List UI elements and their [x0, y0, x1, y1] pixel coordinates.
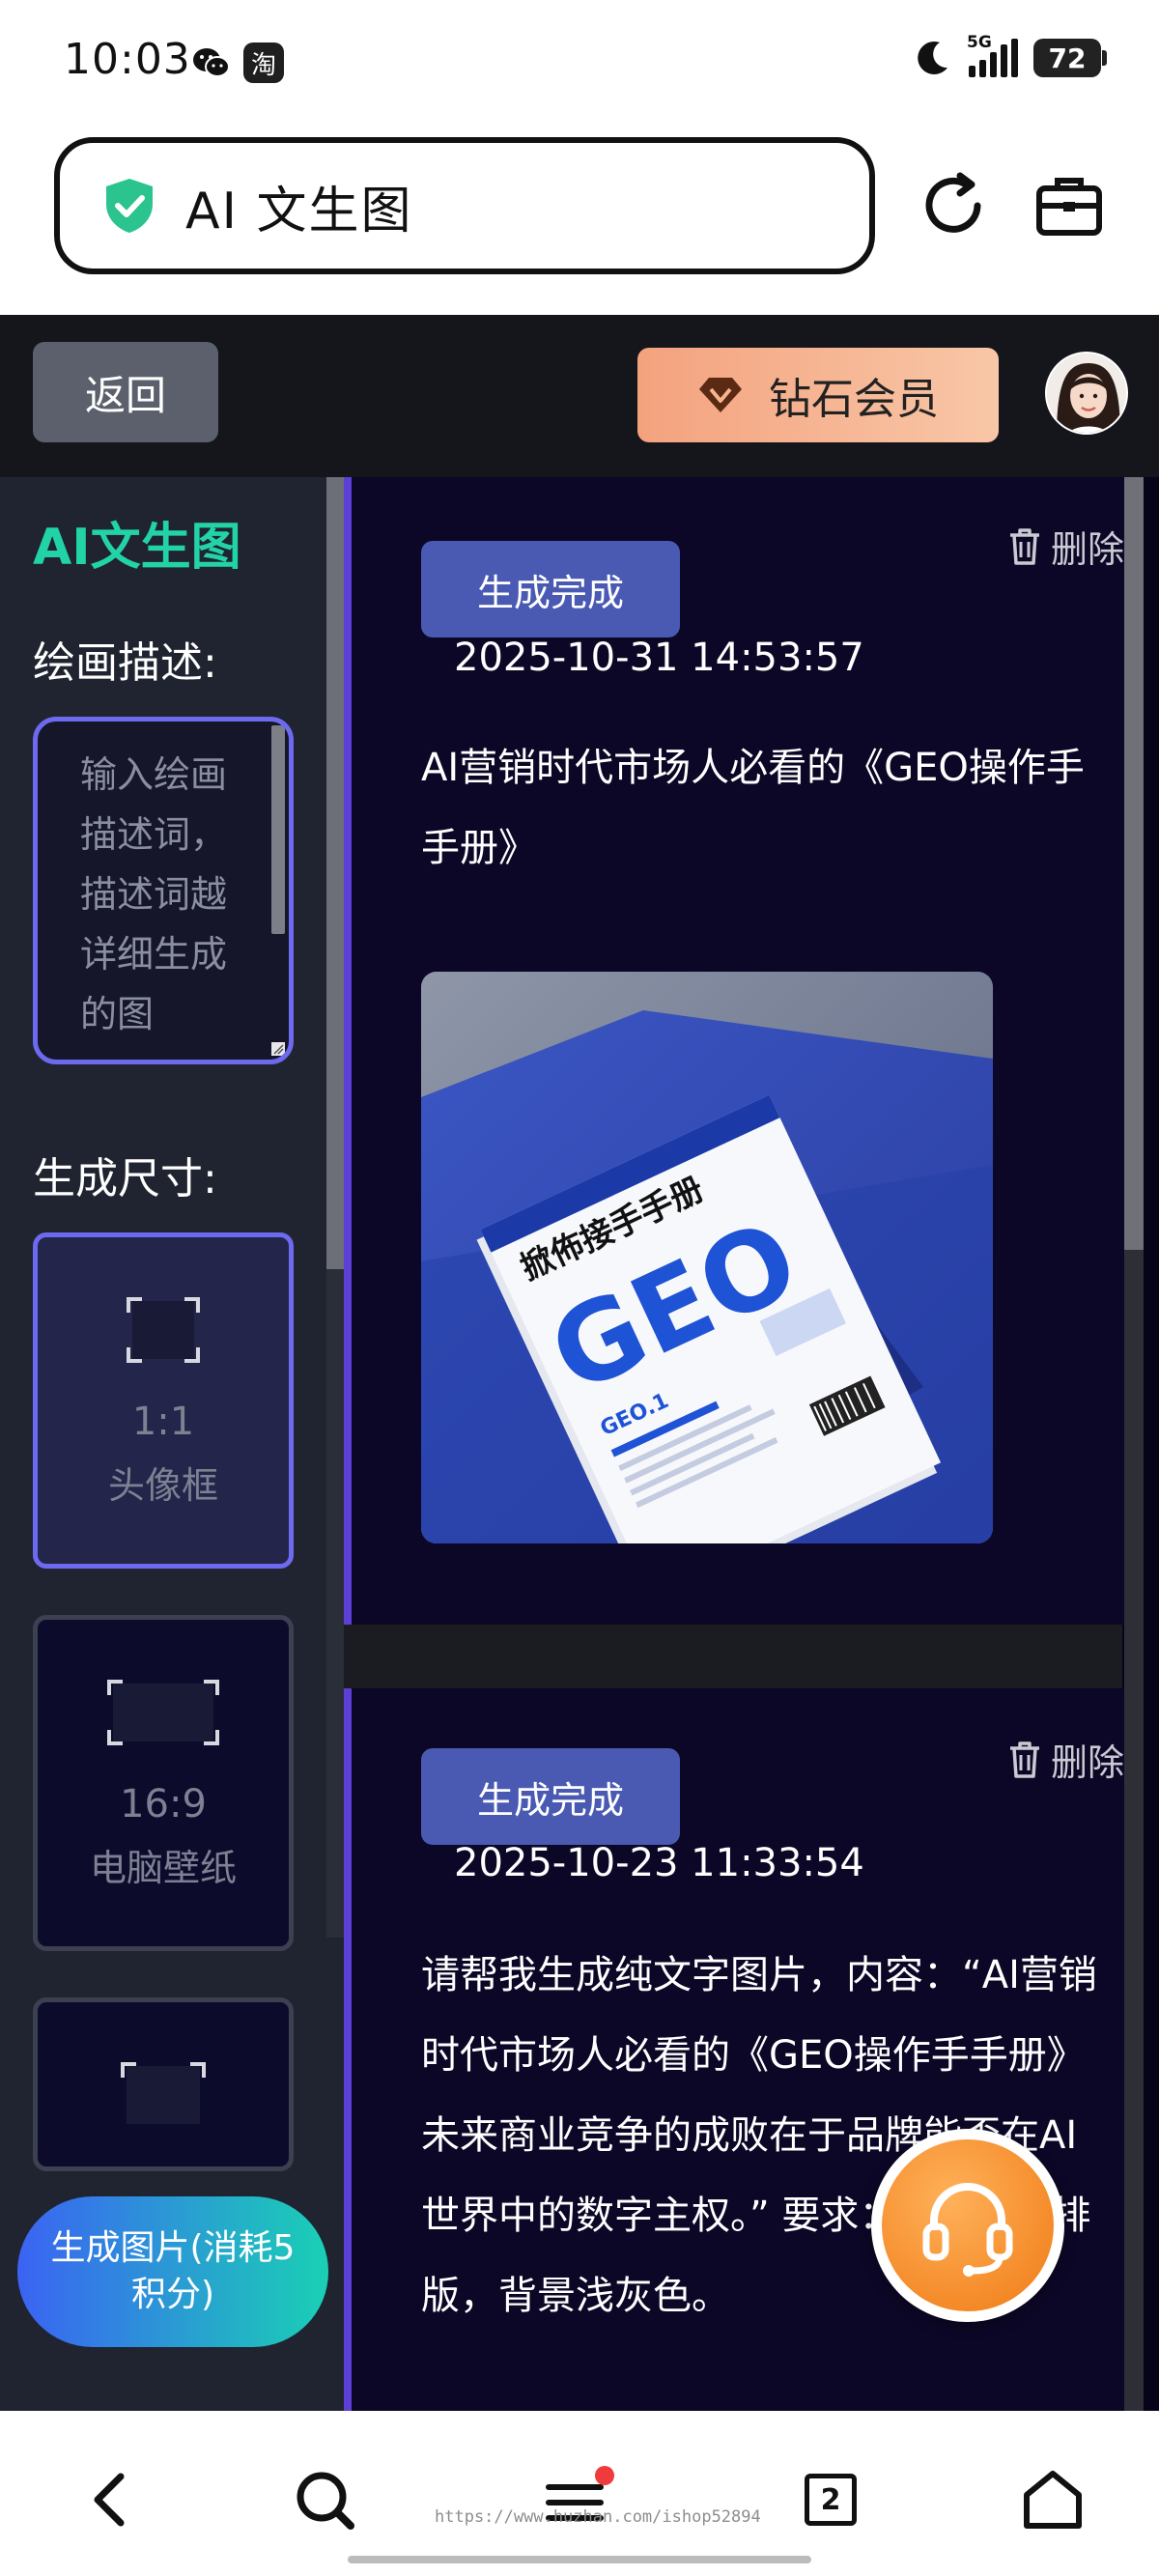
- timestamp: 2025-10-31 14:53:57: [454, 636, 864, 680]
- shield-check-icon: [106, 179, 153, 233]
- app-view: 返回 钻石会员 AI文生图 绘画描述: 输入绘画描述词，描述词越详细生成的图 生…: [0, 315, 1159, 2411]
- headset-icon: [922, 2183, 1013, 2277]
- separator: [344, 1625, 1122, 1688]
- prompt-placeholder: 输入绘画描述词，描述词越详细生成的图: [80, 753, 228, 1035]
- status-badge: 生成完成: [421, 541, 680, 637]
- size-option-1-1[interactable]: 1:1 头像框: [33, 1232, 294, 1569]
- delete-button[interactable]: 删除: [1008, 1733, 1124, 1786]
- square-frame-icon: [127, 1297, 200, 1363]
- sidebar: AI文生图 绘画描述: 输入绘画描述词，描述词越详细生成的图 生成尺寸: 1:1…: [0, 477, 344, 2411]
- generate-button[interactable]: 生成图片(消耗5积分): [17, 2196, 328, 2347]
- browser-bottom-nav: 2 https://www.huzhan.com/ishop52894: [0, 2411, 1159, 2576]
- vip-label: 钻石会员: [769, 375, 939, 424]
- status-badge: 生成完成: [421, 1748, 680, 1845]
- book-cover-image: 掀佈接手手册 GEO GEO.1: [421, 972, 993, 1543]
- size-option-16-9[interactable]: 16:9 电脑壁纸: [33, 1615, 294, 1951]
- size-label: 生成尺寸:: [33, 1154, 217, 1203]
- size-ratio: 16:9: [120, 1782, 207, 1826]
- history-list: 删除 生成完成 2025-10-31 14:53:57 AI营销时代市场人必看的…: [344, 477, 1159, 2411]
- url-field[interactable]: AI 文生图: [54, 137, 875, 274]
- browser-address-bar: AI 文生图: [0, 126, 1159, 315]
- nav-back-button[interactable]: [71, 2461, 149, 2538]
- content-scrollbar[interactable]: [1124, 477, 1144, 2411]
- portrait-frame-icon: [121, 2062, 206, 2124]
- delete-label: 删除: [1050, 528, 1124, 571]
- timestamp: 2025-10-23 11:33:54: [454, 1841, 864, 1885]
- status-right: 5G 72: [911, 33, 1107, 79]
- status-time: 10:03: [64, 35, 191, 84]
- wechat-icon: [191, 42, 232, 83]
- nav-search-button[interactable]: [286, 2461, 363, 2538]
- size-option-3[interactable]: [33, 1997, 294, 2171]
- app-header: 返回 钻石会员: [0, 315, 1159, 477]
- accent-divider: [344, 477, 352, 2411]
- size-ratio: 1:1: [131, 1400, 195, 1444]
- resize-handle-icon[interactable]: [271, 1042, 285, 1056]
- signal-icon: 5G: [967, 33, 1018, 77]
- home-icon: [1024, 2471, 1082, 2529]
- avatar[interactable]: [1045, 352, 1128, 435]
- reload-button[interactable]: [912, 164, 995, 247]
- home-indicator[interactable]: [348, 2556, 811, 2563]
- generated-image[interactable]: 掀佈接手手册 GEO GEO.1: [421, 972, 993, 1543]
- diamond-icon: [699, 378, 742, 412]
- brand-title: AI文生图: [33, 519, 241, 577]
- sidebar-scrollbar[interactable]: [326, 477, 344, 1938]
- trash-icon: [1009, 1741, 1039, 1778]
- vip-button[interactable]: 钻石会员: [637, 348, 999, 442]
- nav-tabs-button[interactable]: 2: [792, 2461, 869, 2538]
- chevron-left-icon: [94, 2473, 125, 2527]
- delete-button[interactable]: 删除: [1008, 520, 1124, 573]
- tab-count: 2: [805, 2474, 857, 2526]
- size-name: 头像框: [107, 1464, 218, 1507]
- network-label: 5G: [967, 33, 992, 52]
- history-item: 删除 生成完成 2025-10-31 14:53:57 AI营销时代市场人必看的…: [352, 477, 1124, 1625]
- customer-service-button[interactable]: [871, 2129, 1064, 2322]
- status-bar: 10:03 淘 5G 72: [0, 0, 1159, 126]
- nav-menu-button[interactable]: [541, 2461, 618, 2538]
- prompt-scrollbar[interactable]: [271, 725, 285, 934]
- url-title: AI 文生图: [185, 182, 413, 241]
- describe-label: 绘画描述:: [33, 638, 217, 688]
- prompt-input[interactable]: 输入绘画描述词，描述词越详细生成的图: [33, 717, 294, 1064]
- wide-frame-icon: [107, 1680, 219, 1745]
- delete-label: 删除: [1050, 1741, 1124, 1784]
- reload-icon: [925, 172, 981, 233]
- size-name: 电脑壁纸: [89, 1847, 237, 1889]
- toolbox-button[interactable]: [1028, 164, 1111, 247]
- taobao-icon: 淘: [243, 42, 284, 83]
- moon-icon: [918, 41, 947, 74]
- trash-icon: [1009, 527, 1039, 565]
- back-button[interactable]: 返回: [33, 342, 218, 442]
- prompt-text: AI营销时代市场人必看的《GEO操作手手册》: [421, 746, 1085, 870]
- search-icon: [297, 2472, 354, 2530]
- watermark: https://www.huzhan.com/ishop52894: [435, 2507, 761, 2527]
- toolbox-icon: [1036, 178, 1102, 236]
- battery-indicator: 72: [1033, 39, 1107, 77]
- nav-home-button[interactable]: [1014, 2461, 1091, 2538]
